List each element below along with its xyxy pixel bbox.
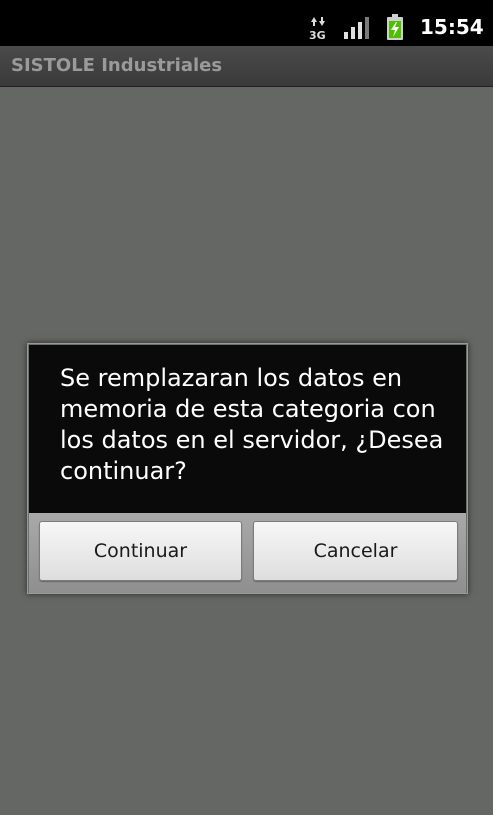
status-bar: 3G 15:54	[0, 0, 493, 46]
battery-charging-icon	[387, 14, 403, 40]
android-screen: 3G 15:54 SISTOLE Industriales Se remplaz…	[0, 0, 493, 815]
signal-bars-icon	[344, 17, 369, 39]
app-title-bar: SISTOLE Industriales	[0, 46, 493, 87]
status-time: 15:54	[420, 15, 484, 39]
continuar-button[interactable]: Continuar	[39, 521, 242, 581]
3g-data-icon: 3G	[309, 17, 326, 40]
svg-text:3G: 3G	[309, 29, 326, 40]
dialog-message-area: Se remplazaran los datos en memoria de e…	[29, 345, 466, 513]
dialog-button-bar: Continuar Cancelar	[29, 513, 466, 593]
cancelar-button[interactable]: Cancelar	[253, 521, 458, 581]
app-title: SISTOLE Industriales	[11, 55, 223, 76]
dialog-message: Se remplazaran los datos en memoria de e…	[60, 364, 444, 485]
confirm-dialog: Se remplazaran los datos en memoria de e…	[27, 343, 468, 594]
